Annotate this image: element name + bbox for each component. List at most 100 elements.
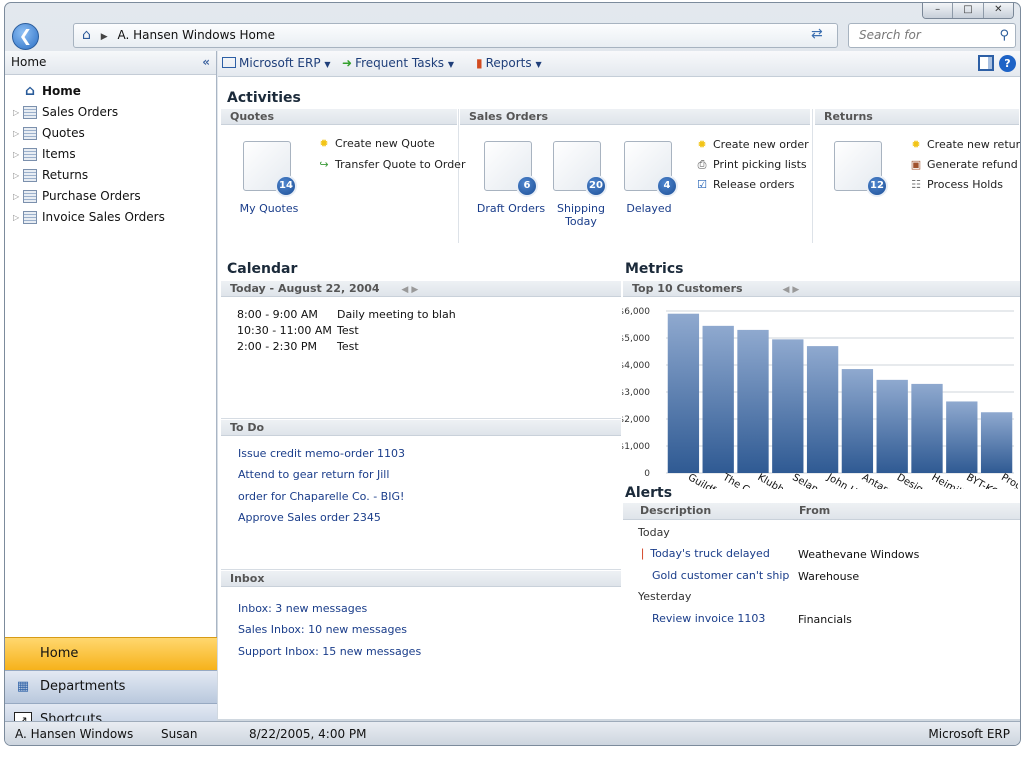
task-print-picking[interactable]: ⎙ Print picking lists	[694, 158, 807, 172]
folder-icon	[23, 127, 37, 140]
bar[interactable]	[702, 325, 734, 473]
metrics-chart-title: Top 10 Customers	[632, 282, 743, 295]
nav-button-departments[interactable]: ▦ Departments	[5, 670, 217, 703]
todo-item[interactable]: Attend to gear return for Jill	[238, 468, 389, 481]
returns-stack[interactable]: 12	[834, 141, 888, 197]
my-quotes-label[interactable]: My Quotes	[230, 202, 308, 215]
calendar-event[interactable]: 8:00 - 9:00 AM Daily meeting to blah	[237, 308, 456, 321]
expand-icon[interactable]: ▷	[13, 144, 19, 165]
collapse-icon[interactable]: «	[202, 51, 210, 74]
task-transfer-quote[interactable]: ↪ Transfer Quote to Order	[316, 158, 465, 172]
shipping-today-stack[interactable]: 20	[553, 141, 607, 197]
bar[interactable]	[980, 412, 1013, 473]
help-button[interactable]: ?	[999, 55, 1016, 72]
delayed-label[interactable]: Delayed	[618, 202, 680, 215]
bar[interactable]	[841, 369, 874, 473]
erp-menu[interactable]: Microsoft ERP ▼	[222, 56, 331, 70]
checkbox-icon: ☑	[697, 178, 707, 191]
task-create-order[interactable]: ✹ Create new order	[694, 138, 808, 152]
expand-icon[interactable]: ▷	[13, 186, 19, 207]
status-user: Susan	[161, 727, 198, 741]
address-bar[interactable]: ⌂ ▶ A. Hansen Windows Home	[73, 23, 838, 48]
back-button[interactable]: ❮	[12, 23, 39, 50]
alerts-col-description[interactable]: Description	[640, 504, 711, 517]
y-tick-label: $2,000	[622, 415, 650, 425]
nav-button-home[interactable]: Home	[5, 637, 217, 670]
bar[interactable]	[911, 383, 943, 473]
inbox-header: Inbox	[221, 571, 621, 587]
lock-icon: ☷	[911, 178, 921, 191]
tree-item-invoice-sales-orders[interactable]: ▷ Invoice Sales Orders	[5, 207, 216, 228]
inbox-item[interactable]: Sales Inbox: 10 new messages	[238, 623, 407, 636]
bar[interactable]	[667, 313, 700, 473]
arrow-right-icon: ➜	[342, 56, 353, 70]
search-input[interactable]: Search for ⚲	[848, 23, 1016, 48]
folder-icon	[23, 190, 37, 203]
home-icon[interactable]: ⌂	[82, 27, 91, 43]
delayed-stack[interactable]: 4	[624, 141, 678, 197]
inbox-item[interactable]: Support Inbox: 15 new messages	[238, 645, 421, 658]
layout-icon[interactable]	[978, 55, 994, 71]
y-tick-label: $4,000	[622, 361, 650, 371]
status-datetime: 8/22/2005, 4:00 PM	[249, 727, 367, 741]
todo-item[interactable]: order for Chaparelle Co. - BIG!	[238, 490, 404, 503]
alert-desc[interactable]: Review invoice 1103	[652, 612, 765, 625]
reports-menu[interactable]: ▮ Reports ▼	[476, 56, 542, 70]
alert-desc[interactable]: Gold customer can't ship	[652, 569, 789, 582]
search-icon[interactable]: ⚲	[999, 24, 1009, 47]
alerts-col-from[interactable]: From	[799, 503, 830, 519]
task-release-orders[interactable]: ☑ Release orders	[694, 178, 794, 192]
task-create-quote[interactable]: ✹ Create new Quote	[316, 137, 434, 151]
tree-item-sales-orders[interactable]: ▷ Sales Orders	[5, 102, 216, 123]
task-generate-refund[interactable]: ▣ Generate refund	[908, 158, 1018, 172]
home-icon: ⌂	[25, 83, 36, 99]
bar[interactable]	[772, 339, 804, 473]
todo-header: To Do	[221, 420, 621, 436]
prev-next-icon[interactable]: ◀▶	[401, 285, 421, 295]
star-burst-icon: ✹	[697, 138, 707, 151]
draft-orders-label[interactable]: Draft Orders	[476, 202, 546, 215]
tree-item-home[interactable]: ⌂ Home	[5, 81, 216, 102]
tree-item-label: Purchase Orders	[42, 189, 141, 203]
minimize-button[interactable]: –	[923, 3, 954, 18]
calendar-event[interactable]: 10:30 - 11:00 AM Test	[237, 324, 359, 337]
tree-item-purchase-orders[interactable]: ▷ Purchase Orders	[5, 186, 216, 207]
flag-icon: ❘	[638, 547, 648, 560]
expand-icon[interactable]: ▷	[13, 207, 19, 228]
calendar-event[interactable]: 2:00 - 2:30 PM Test	[237, 340, 359, 353]
count-badge: 20	[585, 175, 607, 197]
draft-orders-stack[interactable]: 6	[484, 141, 538, 197]
bar[interactable]	[806, 346, 839, 473]
expand-icon[interactable]: ▷	[13, 165, 19, 186]
y-tick-label: $5,000	[622, 334, 650, 344]
x-tick-label: Prog...	[999, 472, 1018, 489]
bar[interactable]	[876, 379, 908, 473]
chevron-right-icon[interactable]: ▶	[101, 32, 108, 42]
task-process-holds[interactable]: ☷ Process Holds	[908, 178, 1003, 192]
bar[interactable]	[946, 401, 978, 473]
todo-item[interactable]: Issue credit memo-order 1103	[238, 447, 405, 460]
refresh-icon[interactable]: ⇄	[811, 26, 823, 42]
expand-icon[interactable]: ▷	[13, 123, 19, 144]
prev-next-icon[interactable]: ◀▶	[782, 285, 802, 295]
bar[interactable]	[737, 329, 769, 473]
tree-item-returns[interactable]: ▷ Returns	[5, 165, 216, 186]
expand-icon[interactable]: ▷	[13, 102, 19, 123]
frequent-tasks-menu[interactable]: ➜ Frequent Tasks ▼	[342, 56, 454, 70]
tree-item-items[interactable]: ▷ Items	[5, 144, 216, 165]
maximize-button[interactable]: □	[953, 3, 984, 18]
inbox-item[interactable]: Inbox: 3 new messages	[238, 602, 367, 615]
departments-icon: ▦	[16, 679, 30, 694]
count-badge: 4	[656, 175, 678, 197]
breadcrumb[interactable]: A. Hansen Windows Home	[117, 28, 274, 42]
calendar-header: Today - August 22, 2004 ◀▶	[221, 281, 621, 297]
tree-item-quotes[interactable]: ▷ Quotes	[5, 123, 216, 144]
close-button[interactable]: ✕	[983, 3, 1013, 18]
task-create-return[interactable]: ✹ Create new return	[908, 138, 1020, 152]
my-quotes-stack[interactable]: 14	[243, 141, 297, 197]
todo-item[interactable]: Approve Sales order 2345	[238, 511, 381, 524]
printer-icon: ⎙	[697, 158, 707, 171]
shipping-today-label[interactable]: Shipping Today	[548, 202, 614, 228]
divider	[221, 418, 621, 419]
alert-row[interactable]: ❘ Today's truck delayed	[638, 547, 770, 560]
